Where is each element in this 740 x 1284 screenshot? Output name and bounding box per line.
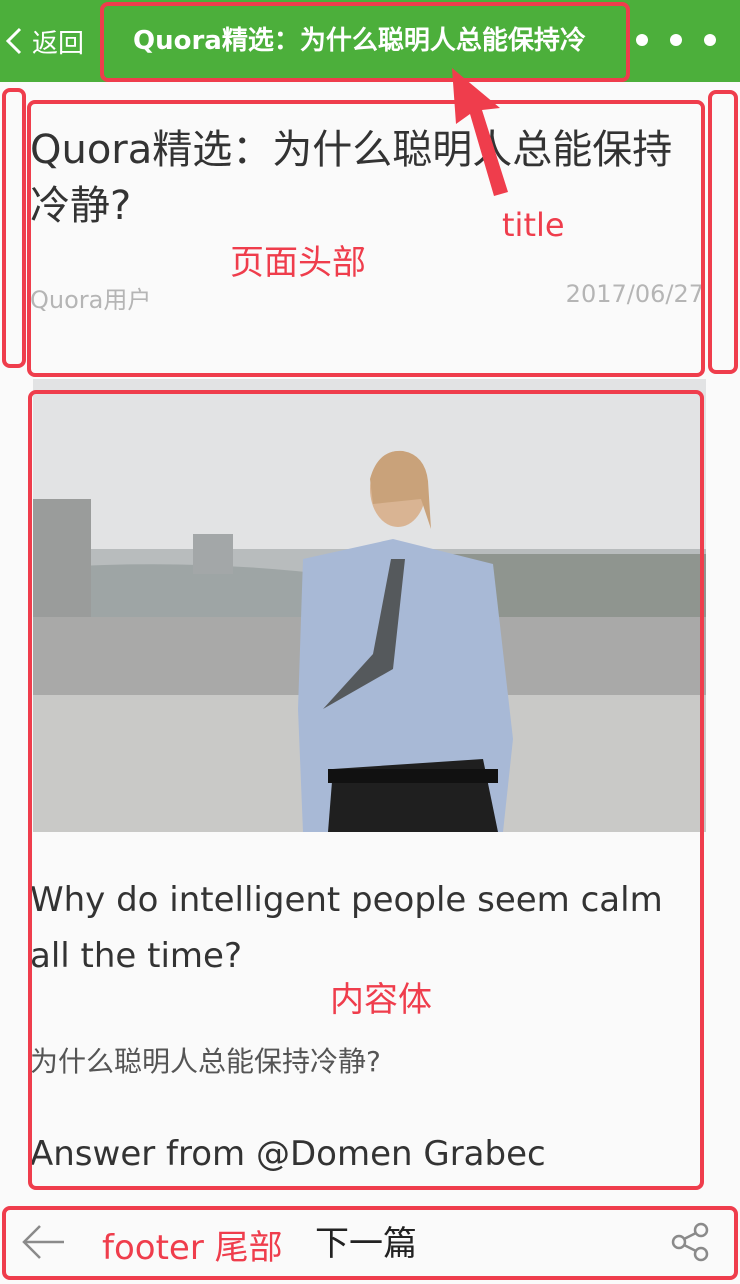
more-dot-icon [704, 34, 716, 46]
annotation-right-margin-box [708, 90, 738, 374]
annotation-nav-title-box [100, 2, 630, 82]
annotation-header-label: 页面头部 [230, 243, 366, 283]
more-dot-icon [670, 34, 682, 46]
annotation-left-margin-box [2, 88, 26, 368]
back-button[interactable]: 返回 [4, 12, 104, 70]
more-button[interactable] [636, 20, 716, 60]
back-label: 返回 [32, 28, 85, 59]
annotation-content-box [28, 390, 704, 1190]
annotation-footer-label: footer 尾部 [102, 1228, 283, 1268]
annotation-content-label: 内容体 [330, 980, 432, 1020]
chevron-left-icon [5, 27, 22, 55]
more-dot-icon [636, 34, 648, 46]
annotation-header-box [27, 100, 705, 377]
